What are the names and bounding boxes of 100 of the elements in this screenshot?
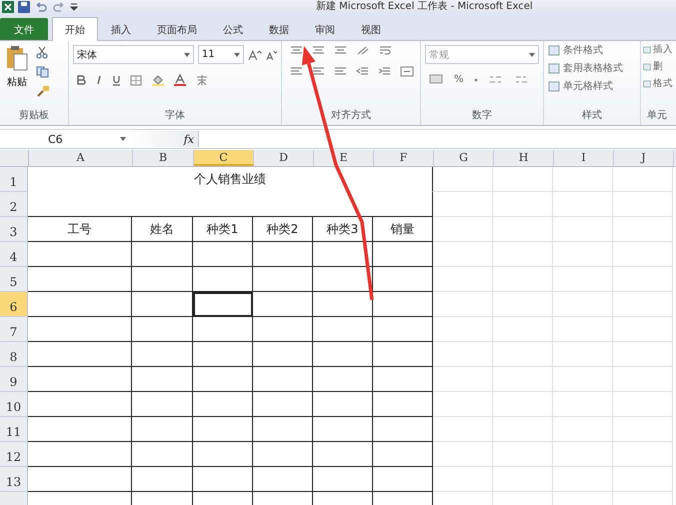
name-box[interactable]: C6 bbox=[0, 131, 130, 147]
column-header[interactable]: G bbox=[434, 150, 494, 166]
copy-icon[interactable] bbox=[36, 66, 50, 78]
decrease-indent-icon[interactable] bbox=[356, 66, 369, 77]
vertical-align-icon[interactable] bbox=[334, 45, 347, 56]
sheet-cell[interactable] bbox=[28, 367, 132, 392]
column-header[interactable]: H bbox=[494, 150, 554, 166]
ribbon-tab[interactable]: 审阅 bbox=[302, 18, 348, 40]
table-header-cell[interactable]: 工号 bbox=[28, 217, 132, 242]
ribbon-tab[interactable]: 视图 bbox=[348, 18, 394, 40]
sheet-cell[interactable] bbox=[373, 317, 433, 342]
table-header-cell[interactable]: 种类3 bbox=[313, 217, 373, 242]
paste-button[interactable]: 粘贴 bbox=[4, 45, 30, 109]
grow-font-icon[interactable] bbox=[248, 48, 262, 60]
sheet-cell[interactable] bbox=[193, 317, 253, 342]
row-header[interactable]: 9 bbox=[0, 367, 28, 392]
sheet-cell[interactable] bbox=[253, 467, 313, 492]
sheet-cell[interactable] bbox=[28, 317, 132, 342]
orientation-icon[interactable] bbox=[356, 45, 370, 56]
sheet-cell[interactable] bbox=[373, 292, 433, 317]
bold-icon[interactable] bbox=[77, 75, 86, 85]
table-header-cell[interactable]: 种类1 bbox=[193, 217, 253, 242]
sheet-cell[interactable] bbox=[313, 242, 373, 267]
caret-icon[interactable] bbox=[184, 52, 190, 56]
ribbon-tab[interactable]: 页面布局 bbox=[144, 18, 210, 40]
column-header[interactable]: C bbox=[194, 150, 254, 166]
ribbon-tab[interactable]: 开始 bbox=[52, 17, 98, 41]
sheet-cell[interactable] bbox=[132, 317, 193, 342]
merged-cell[interactable] bbox=[28, 192, 433, 217]
column-header[interactable]: F bbox=[374, 150, 434, 166]
caret-icon[interactable] bbox=[529, 52, 535, 56]
sheet-cell[interactable] bbox=[373, 367, 433, 392]
horizontal-align-icon[interactable] bbox=[334, 66, 347, 77]
sheet-cell[interactable] bbox=[253, 342, 313, 367]
table-header-cell[interactable]: 姓名 bbox=[132, 217, 193, 242]
sheet-cell[interactable] bbox=[28, 442, 132, 467]
currency-icon[interactable] bbox=[429, 74, 445, 85]
excel-logo-icon[interactable] bbox=[2, 1, 14, 13]
ribbon-tab[interactable]: 文件 bbox=[0, 18, 48, 40]
style-button[interactable]: 单元格样式 bbox=[548, 79, 636, 93]
sheet-cell[interactable] bbox=[193, 442, 253, 467]
sheet-cell[interactable] bbox=[28, 267, 132, 292]
sheet-cell[interactable] bbox=[193, 267, 253, 292]
underline-icon[interactable] bbox=[112, 74, 121, 86]
increase-decimal-icon[interactable] bbox=[488, 74, 504, 85]
row-header[interactable]: 11 bbox=[0, 417, 28, 442]
cells-button[interactable]: 插入 bbox=[643, 43, 676, 56]
percent-button[interactable]: % bbox=[454, 74, 464, 85]
sheet-cell[interactable] bbox=[253, 242, 313, 267]
column-header[interactable]: E bbox=[314, 150, 374, 166]
row-header[interactable]: 6 bbox=[0, 292, 28, 317]
italic-icon[interactable] bbox=[95, 75, 103, 85]
sheet-cell[interactable] bbox=[28, 392, 132, 417]
sheet-cell[interactable] bbox=[193, 367, 253, 392]
row-header[interactable]: 5 bbox=[0, 267, 28, 292]
font-size-field[interactable]: 11 bbox=[198, 45, 244, 64]
cut-icon[interactable] bbox=[36, 47, 48, 59]
vertical-align-icon[interactable] bbox=[290, 45, 303, 56]
borders-icon[interactable] bbox=[130, 74, 142, 86]
sheet-cell[interactable] bbox=[313, 392, 373, 417]
sheet-cell[interactable] bbox=[253, 292, 313, 317]
row-header[interactable]: 8 bbox=[0, 342, 28, 367]
sheet-cell[interactable] bbox=[132, 367, 193, 392]
sheet-cell[interactable] bbox=[373, 267, 433, 292]
sheet-cell[interactable] bbox=[253, 442, 313, 467]
sheet-cell[interactable] bbox=[193, 242, 253, 267]
caret-icon[interactable] bbox=[120, 137, 126, 141]
cells-button[interactable]: 删 bbox=[643, 60, 676, 73]
sheet-cell[interactable] bbox=[28, 292, 132, 317]
save-icon[interactable] bbox=[18, 1, 30, 13]
undo-icon[interactable] bbox=[34, 2, 48, 12]
sheet-cell[interactable] bbox=[373, 342, 433, 367]
row-header[interactable]: 3 bbox=[0, 217, 28, 242]
caret-icon[interactable] bbox=[234, 52, 240, 56]
sheet-cell[interactable] bbox=[373, 417, 433, 442]
sheet-cell[interactable] bbox=[253, 367, 313, 392]
cells-button[interactable]: 格式 bbox=[643, 77, 676, 90]
sheet-cell[interactable] bbox=[253, 392, 313, 417]
row-header[interactable]: 7 bbox=[0, 317, 28, 342]
vertical-align-icon[interactable] bbox=[312, 45, 325, 56]
sheet-cell[interactable] bbox=[132, 442, 193, 467]
sheet-cell[interactable] bbox=[313, 367, 373, 392]
sheet-cell[interactable] bbox=[313, 342, 373, 367]
sheet-cell[interactable] bbox=[28, 342, 132, 367]
style-button[interactable]: 条件格式 bbox=[548, 43, 636, 57]
font-name-field[interactable]: 宋体 bbox=[73, 45, 194, 64]
sheet-cell[interactable] bbox=[28, 467, 132, 492]
table-header-cell[interactable]: 销量 bbox=[373, 217, 433, 242]
sheet-cell[interactable] bbox=[132, 467, 193, 492]
row-header[interactable]: 2 bbox=[0, 192, 28, 217]
sheet-cell[interactable] bbox=[313, 267, 373, 292]
column-header[interactable]: J bbox=[614, 150, 674, 166]
active-cell[interactable] bbox=[193, 292, 253, 317]
row-header[interactable]: 13 bbox=[0, 467, 28, 492]
sheet-cell[interactable] bbox=[313, 442, 373, 467]
sheet-cell[interactable] bbox=[193, 342, 253, 367]
increase-indent-icon[interactable] bbox=[378, 66, 391, 77]
sheet-cell[interactable] bbox=[253, 417, 313, 442]
sheet-cell[interactable] bbox=[373, 442, 433, 467]
phonetic-icon[interactable] bbox=[195, 74, 209, 86]
